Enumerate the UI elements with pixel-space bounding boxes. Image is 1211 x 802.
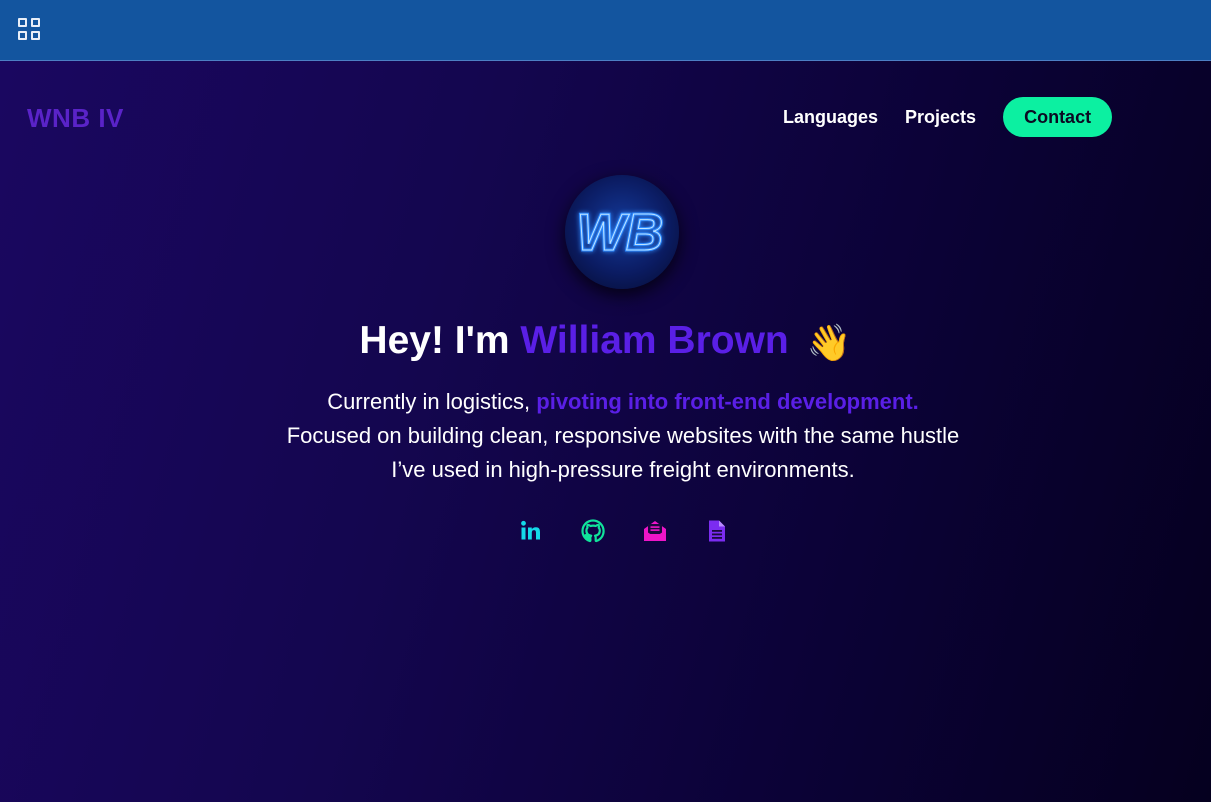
main-nav: Languages Projects Contact (783, 97, 1113, 137)
avatar-initials-highlight: WB (577, 204, 664, 262)
hero-greeting: Hey! I'm (359, 319, 521, 362)
avatar-logo: WB WB (575, 203, 665, 264)
document-icon[interactable] (703, 516, 731, 546)
hero-sub-rest: Focused on building clean, responsive we… (286, 423, 960, 482)
waving-hand-icon: 👋 (806, 322, 852, 363)
hero-name: William Brown (520, 319, 789, 362)
linkedin-icon[interactable] (517, 516, 545, 546)
avatar: WB WB (565, 175, 679, 289)
social-links (517, 516, 737, 546)
contact-button[interactable]: Contact (1003, 97, 1113, 137)
top-bar (0, 0, 1211, 61)
hero-title: Hey! I'm William Brown 👋 (0, 319, 1211, 363)
grid-icon[interactable] (17, 17, 42, 42)
github-icon[interactable] (579, 516, 607, 546)
hero-subtitle: Currently in logistics, pivoting into fr… (283, 385, 963, 487)
nav-link-projects[interactable]: Projects (905, 107, 976, 128)
site-brand[interactable]: WNB IV (27, 103, 124, 134)
mail-open-icon[interactable] (641, 516, 669, 546)
hero-sub-highlight: pivoting into front-end development. (536, 389, 919, 414)
portfolio-page: WNB IV Languages Projects Contact WB WB … (0, 61, 1211, 802)
hero-sub-intro: Currently in logistics, (327, 389, 537, 414)
nav-link-languages[interactable]: Languages (783, 107, 878, 128)
